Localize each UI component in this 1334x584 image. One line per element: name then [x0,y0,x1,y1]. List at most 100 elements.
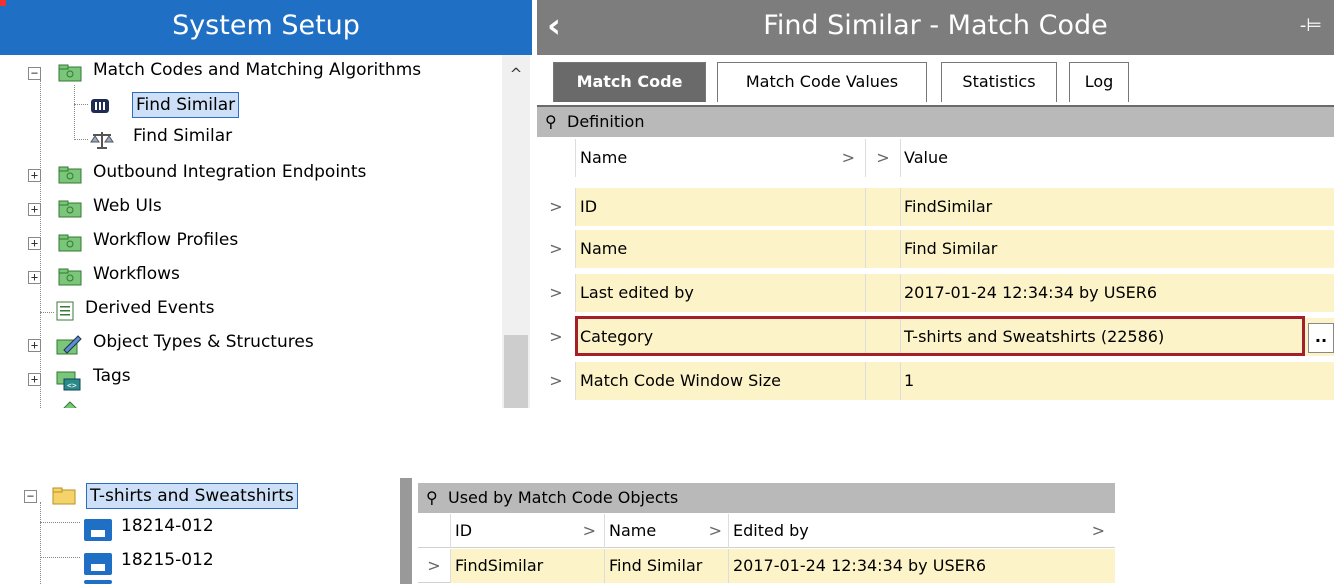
used-by-section-header[interactable]: ⚲ Used by Match Code Objects [418,483,1115,513]
tree-item-label: Workflows [93,264,180,284]
collapse-icon[interactable]: − [28,67,41,80]
pin-icon[interactable]: -⊨ [1300,0,1322,52]
table-row[interactable]: > Last edited by 2017-01-24 12:34:34 by … [537,274,1334,312]
tree-item-label: Workflow Profiles [93,230,239,250]
tree-item-label: Derived Events [85,298,215,318]
tree-item-label: T-shirts and Sweatshirts [86,483,298,509]
row-name: Find Similar [604,549,728,583]
category-tree: − T-shirts and Sweatshirts 18214-012 182… [0,478,400,584]
row-value[interactable]: T-shirts and Sweatshirts (22586) [900,318,1334,356]
units-icon [63,401,77,408]
folder-icon [58,268,82,286]
table-row-category[interactable]: > Category T-shirts and Sweatshirts (225… [537,318,1334,356]
tree-line [40,502,41,584]
folder-icon [58,200,82,218]
expand-icon[interactable]: + [28,237,41,250]
row-name: Name [575,230,865,268]
editor-title: Find Similar - Match Code [763,10,1108,41]
column-header-edited-by[interactable]: Edited by > [728,514,1115,548]
tree-line [40,557,80,558]
row-spacer [865,362,900,400]
folder-icon [58,234,82,252]
tree-item-label: 18215-012 [121,550,214,570]
tree-line [40,312,54,313]
table-row[interactable]: > ID FindSimilar [537,188,1334,226]
column-header-id[interactable]: ID > [450,514,604,548]
folder-icon [52,487,76,505]
chevron-right-icon: > [1091,521,1105,540]
grid-header-row: ID > Name > Edited by > [418,514,1115,548]
ellipsis-button[interactable]: .. [1308,323,1334,353]
system-setup-panel: System Setup − Match Codes and Matching … [0,0,532,408]
row-id[interactable]: FindSimilar [450,549,604,583]
grid-header-row: Name > > Value [537,139,1334,177]
row-name: Category [575,318,865,356]
row-value[interactable]: 1 [900,362,1334,400]
tab-match-code-values[interactable]: Match Code Values [717,62,927,102]
row-expand-icon[interactable]: > [537,188,575,226]
row-expand-icon[interactable]: > [537,362,575,400]
folder-icon [58,166,82,184]
expand-icon[interactable]: + [28,203,41,216]
column-header-name[interactable]: Name > [604,514,728,548]
column-header-value[interactable]: Value [900,139,1334,177]
chevron-right-icon: > [841,148,855,167]
tab-match-code[interactable]: Match Code [553,62,706,102]
table-row[interactable]: > Name Find Similar [537,230,1334,268]
tree-item-label: 18214-012 [121,516,214,536]
product-icon [84,553,112,575]
row-spacer [865,274,900,312]
definition-section-header[interactable]: ⚲ Definition [537,107,1334,137]
row-name: Last edited by [575,274,865,312]
tab-statistics[interactable]: Statistics [941,62,1057,102]
column-header-name[interactable]: Name > [575,139,865,177]
tree-item-label: Web UIs [93,196,162,216]
product-icon [84,519,112,541]
collapse-icon[interactable]: − [24,490,37,503]
chevron-right-icon: > [582,521,596,540]
row-value[interactable]: FindSimilar [900,188,1334,226]
match-code-editor-panel: ‹ Find Similar - Match Code -⊨ Match Cod… [537,0,1334,408]
expand-icon[interactable]: + [28,339,41,352]
tab-log[interactable]: Log [1069,62,1129,102]
tree-item-partial [60,400,80,408]
row-value[interactable]: 2017-01-24 12:34:34 by USER6 [900,274,1334,312]
column-header-label: Name [580,148,628,167]
row-gutter [418,514,450,548]
row-expand-icon[interactable]: > [537,274,575,312]
column-header-label: Edited by [733,521,809,540]
tree-item-label: Object Types & Structures [93,332,314,352]
scroll-up-icon[interactable]: ^ [502,59,530,89]
row-value[interactable]: Find Similar [900,230,1334,268]
match-code-icon [91,99,109,113]
tree-item-label: Tags [93,366,131,386]
row-expand-icon[interactable]: > [537,318,575,356]
row-name: Match Code Window Size [575,362,865,400]
row-spacer [865,318,900,356]
back-chevron-icon[interactable]: ‹ [547,0,561,52]
section-title: Definition [567,112,645,131]
tree-item-label: Match Codes and Matching Algorithms [93,60,422,80]
row-expand-icon[interactable]: > [418,549,450,583]
expand-icon[interactable]: + [28,373,41,386]
pin-icon[interactable]: ⚲ [545,107,557,137]
row-name: ID [575,188,865,226]
tree-item-label: Find Similar [132,92,240,118]
expand-icon[interactable]: + [28,271,41,284]
editor-header: ‹ Find Similar - Match Code -⊨ [537,0,1334,55]
column-header-label: ID [455,521,473,540]
section-title: Used by Match Code Objects [448,488,679,507]
splitter[interactable] [400,478,412,584]
table-row[interactable]: > Match Code Window Size 1 [537,362,1334,400]
tab-strip: Match Code Match Code Values Statistics … [537,55,1334,107]
expand-icon[interactable]: + [28,169,41,182]
tree-scrollbar[interactable]: ^ [502,55,530,408]
document-icon [56,301,74,321]
row-gutter [537,139,575,177]
table-row[interactable]: > FindSimilar Find Similar 2017-01-24 12… [418,549,1115,583]
pin-icon[interactable]: ⚲ [426,483,438,513]
row-expand-icon[interactable]: > [537,230,575,268]
scroll-thumb[interactable] [504,335,528,408]
tree-line [74,139,88,140]
tags-icon: <> [56,371,81,391]
